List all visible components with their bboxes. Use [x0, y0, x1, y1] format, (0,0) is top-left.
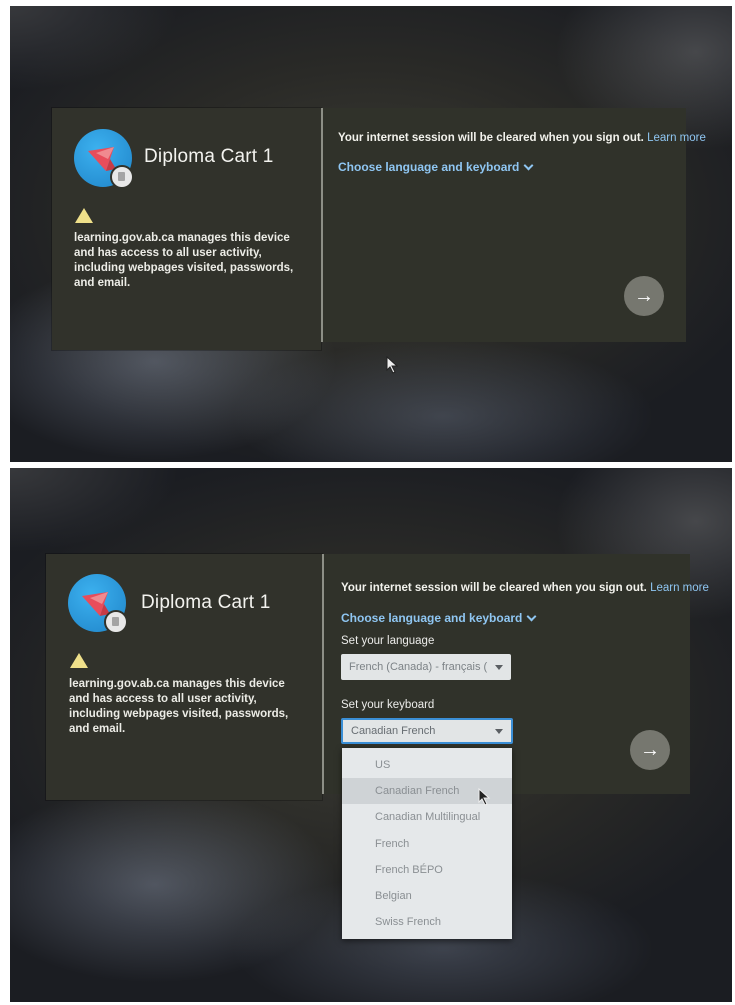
keyboard-select[interactable]: Canadian French: [341, 718, 513, 744]
keyboard-option-swiss-french[interactable]: Swiss French: [342, 909, 512, 935]
choose-language-toggle[interactable]: Choose language and keyboard: [341, 611, 537, 625]
device-name: Diploma Cart 1: [144, 146, 274, 167]
learn-more-link[interactable]: Learn more: [647, 132, 706, 144]
keyboard-options-menu: US Canadian French Canadian Multilingual…: [342, 748, 512, 940]
mouse-cursor-icon: [386, 356, 399, 374]
keyboard-option-canadian-multilingual[interactable]: Canadian Multilingual: [342, 804, 512, 830]
device-name: Diploma Cart 1: [141, 592, 271, 613]
next-button[interactable]: →: [630, 730, 670, 770]
keyboard-option-belgian[interactable]: Belgian: [342, 883, 512, 909]
keyboard-select-value: Canadian French: [351, 725, 436, 737]
keyboard-option-french[interactable]: French: [342, 831, 512, 857]
next-button[interactable]: →: [624, 276, 664, 316]
session-notice-text: Your internet session will be cleared wh…: [341, 582, 647, 594]
dropdown-arrow-icon: [495, 729, 503, 734]
enterprise-badge-icon: [104, 610, 128, 634]
choose-language-label: Choose language and keyboard: [341, 611, 523, 625]
screenshot-before: Diploma Cart 1 learning.gov.ab.ca manage…: [10, 6, 732, 462]
chevron-up-icon: [526, 611, 537, 621]
choose-language-toggle[interactable]: Choose language and keyboard: [338, 160, 534, 174]
login-dialog: Diploma Cart 1 learning.gov.ab.ca manage…: [52, 108, 706, 350]
arrow-right-icon: →: [640, 739, 660, 761]
warning-icon: [70, 653, 88, 668]
session-notice-text: Your internet session will be cleared wh…: [338, 132, 644, 144]
device-avatar: [74, 129, 134, 189]
language-select-value: French (Canada) - français (: [349, 661, 488, 673]
enterprise-badge-icon: [110, 165, 134, 189]
keyboard-label: Set your keyboard: [341, 699, 435, 711]
mouse-cursor-icon: [478, 788, 491, 806]
device-info-panel: Diploma Cart 1 learning.gov.ab.ca manage…: [52, 108, 321, 350]
keyboard-option-us[interactable]: US: [342, 752, 512, 778]
learn-more-link[interactable]: Learn more: [650, 582, 709, 594]
language-label: Set your language: [341, 635, 435, 647]
screenshot-after: Diploma Cart 1 learning.gov.ab.ca manage…: [10, 468, 732, 1002]
device-info-panel-expanded: Diploma Cart 1 learning.gov.ab.ca manage…: [46, 554, 322, 800]
keyboard-option-french-bepo[interactable]: French BÉPO: [342, 857, 512, 883]
warning-icon: [75, 208, 93, 223]
device-avatar: [68, 574, 128, 634]
language-select[interactable]: French (Canada) - français (: [341, 654, 511, 680]
chevron-down-icon: [523, 160, 534, 170]
management-notice: learning.gov.ab.ca manages this device a…: [74, 232, 294, 289]
session-notice: Your internet session will be cleared wh…: [341, 582, 709, 594]
management-notice: learning.gov.ab.ca manages this device a…: [69, 678, 289, 735]
choose-language-label: Choose language and keyboard: [338, 160, 520, 174]
options-panel: Your internet session will be cleared wh…: [321, 108, 706, 342]
session-notice: Your internet session will be cleared wh…: [338, 132, 706, 144]
arrow-right-icon: →: [634, 285, 654, 307]
dropdown-arrow-icon: [495, 665, 503, 670]
